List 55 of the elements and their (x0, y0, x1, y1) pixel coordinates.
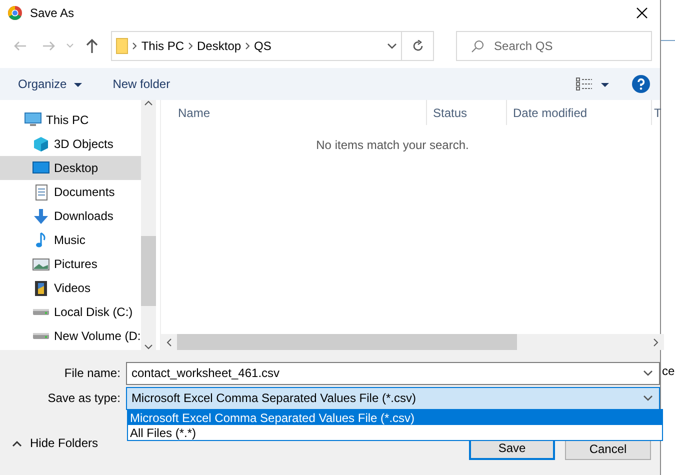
picture-icon (32, 256, 50, 272)
chevron-up-icon (12, 440, 22, 446)
sidebar-item[interactable]: Desktop (0, 156, 141, 180)
chevron-right-icon (188, 42, 194, 50)
scroll-up-icon[interactable] (144, 100, 153, 106)
breadcrumb[interactable]: Desktop (197, 39, 242, 53)
drive-icon (33, 333, 49, 339)
column-header[interactable]: Status (427, 100, 507, 125)
breadcrumb[interactable]: QS (254, 39, 272, 53)
sidebar-item[interactable]: New Volume (D: (0, 324, 141, 348)
sidebar-item[interactable]: Pictures (0, 252, 141, 276)
background-text: ce (662, 364, 675, 378)
field-label: File name: (63, 366, 122, 380)
new-folder-button[interactable]: New folder (112, 77, 170, 91)
caret-icon[interactable] (600, 80, 610, 88)
dropdown-option[interactable]: Microsoft Excel Comma Separated Values File (*.csv) (128, 410, 662, 425)
file-name-field[interactable]: contact_worksheet_461.csv (126, 362, 660, 384)
breadcrumb[interactable]: This PC (141, 39, 184, 53)
empty-message: No items match your search. (315, 137, 470, 154)
help-icon[interactable] (632, 75, 650, 93)
sidebar-item[interactable]: Music (0, 228, 141, 252)
sidebar-item[interactable]: 3D Objects (0, 132, 141, 156)
dropdown-icon (643, 394, 653, 402)
search-box[interactable]: Search QS (456, 31, 652, 61)
file-type-dropdown[interactable]: Microsoft Excel Comma Separated Values File (*.csv) (126, 386, 660, 410)
down-arrow-icon (32, 208, 50, 224)
field-label: Save as type: (46, 391, 122, 405)
close-icon[interactable] (636, 6, 648, 18)
chevron-right-icon (132, 42, 138, 50)
organize-menu[interactable]: Organize (18, 77, 83, 91)
dropdown-icon (643, 370, 653, 376)
caret-icon (72, 80, 83, 88)
sidebar-item[interactable]: Documents (0, 180, 141, 204)
column-header[interactable]: Name (161, 100, 427, 125)
sidebar-item[interactable]: This PC (0, 108, 141, 132)
monitor-icon (32, 160, 50, 176)
search-icon (471, 40, 484, 52)
drive-icon (33, 309, 49, 315)
sidebar-item[interactable]: Downloads (0, 204, 141, 228)
dropdown-icon[interactable] (387, 42, 398, 50)
chevron-right-icon (245, 42, 250, 50)
scrollbar[interactable] (141, 100, 156, 350)
column-header[interactable]: Date modified (507, 100, 652, 125)
computer-icon (24, 112, 42, 128)
scroll-down-icon[interactable] (144, 344, 153, 350)
refresh-icon[interactable] (412, 40, 424, 52)
view-options-icon[interactable] (576, 77, 592, 91)
cube-icon (32, 136, 50, 152)
scrollbar[interactable] (161, 334, 664, 350)
hide-folders-button[interactable]: Hide Folders (12, 436, 98, 450)
window-title: Save As (30, 6, 76, 20)
sidebar-item[interactable]: Local Disk (C:) (0, 300, 141, 324)
sidebar-item[interactable]: Videos (0, 276, 141, 300)
up-arrow-icon[interactable] (84, 38, 99, 54)
browser-logo-icon (8, 6, 22, 20)
